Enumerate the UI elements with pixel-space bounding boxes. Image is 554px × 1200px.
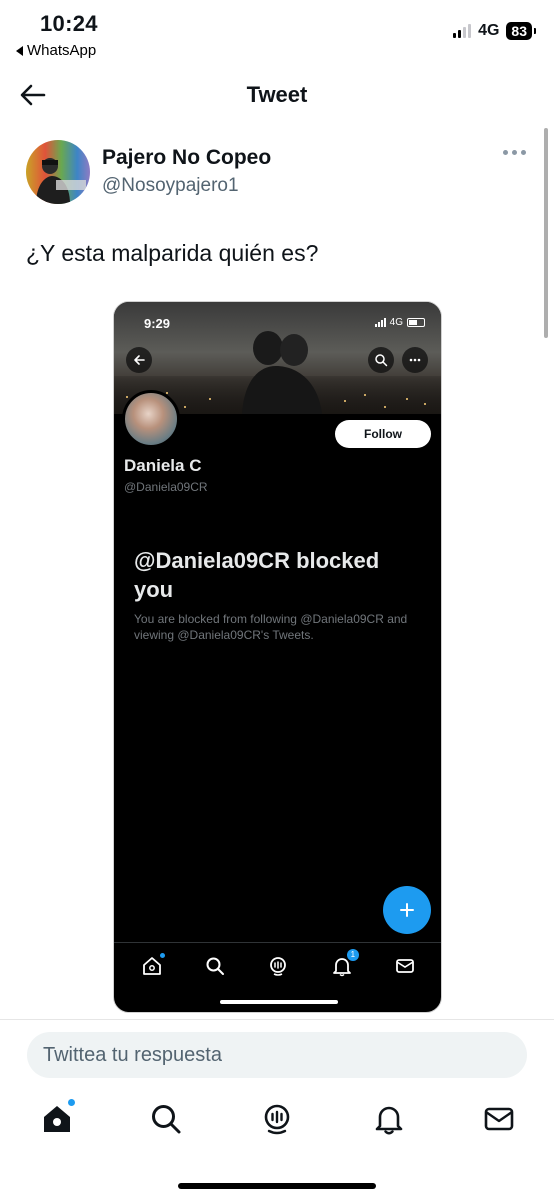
reply-input[interactable]: Twittea tu respuesta <box>27 1032 527 1078</box>
embedded-status-indicators: 4G <box>374 317 425 328</box>
embedded-home-icon <box>141 952 165 977</box>
couple-silhouette <box>242 331 322 414</box>
more-options-icon[interactable] <box>503 150 526 155</box>
author-name[interactable]: Pajero No Copeo <box>102 146 271 170</box>
embedded-network-type: 4G <box>389 317 403 328</box>
embedded-spaces-icon <box>267 955 289 977</box>
nav-messages[interactable] <box>482 1102 516 1136</box>
nav-notifications[interactable] <box>372 1102 406 1136</box>
divider <box>0 1019 554 1020</box>
spaces-icon <box>264 1104 290 1135</box>
scrollbar[interactable] <box>544 128 548 338</box>
embedded-profile-handle: @Daniela09CR <box>124 480 208 494</box>
bottom-nav <box>0 1098 554 1146</box>
embedded-profile-name: Daniela C <box>124 456 202 475</box>
embedded-search-icon <box>368 347 394 373</box>
nav-search[interactable] <box>149 1102 183 1136</box>
messages-icon <box>484 1107 514 1131</box>
search-icon <box>152 1105 181 1134</box>
embedded-back-icon <box>126 347 152 373</box>
embedded-status-time: 9:29 <box>144 316 171 331</box>
embedded-blocked-title: @Daniela09CR blocked you <box>134 548 380 602</box>
back-triangle-icon <box>16 45 23 56</box>
home-indicator <box>178 1183 376 1189</box>
home-notification-dot <box>67 1098 76 1107</box>
avatar-person-figure <box>36 158 86 204</box>
nav-spaces[interactable] <box>260 1102 294 1136</box>
embedded-search-nav-icon <box>204 955 226 977</box>
header: Tweet <box>0 68 554 122</box>
author-avatar[interactable] <box>26 140 90 204</box>
notifications-icon <box>375 1106 403 1135</box>
back-app-label: WhatsApp <box>27 42 97 59</box>
page-title: Tweet <box>246 82 308 107</box>
embedded-notifications-icon: 1 <box>331 948 359 977</box>
embedded-compose-fab <box>383 886 431 934</box>
tweet-media-image[interactable]: 9:29 4G Follow Daniela C @Daniela09CR @D… <box>113 301 442 1013</box>
author-handle[interactable]: @Nosoypajero1 <box>102 175 239 197</box>
embedded-battery-icon <box>407 318 425 327</box>
embedded-messages-icon <box>394 955 416 977</box>
tweet-text: ¿Y esta malparida quién es? <box>26 240 319 266</box>
status-indicators: 4G 83 <box>453 22 536 40</box>
embedded-blocked-description: You are blocked from following @Daniela0… <box>134 612 408 642</box>
embedded-more-icon <box>402 347 428 373</box>
plus-icon <box>400 903 414 917</box>
cell-signal-icon <box>453 24 472 38</box>
network-type: 4G <box>478 22 500 39</box>
nav-home[interactable] <box>40 1098 76 1136</box>
embedded-bottom-nav: 1 <box>114 942 441 988</box>
back-to-app-link[interactable]: WhatsApp <box>16 42 96 59</box>
embedded-home-indicator <box>220 1000 338 1004</box>
status-time: 10:24 <box>40 11 98 36</box>
embedded-notification-badge: 1 <box>346 948 359 961</box>
embedded-signal-icon <box>374 318 386 327</box>
embedded-profile-avatar <box>122 390 180 448</box>
home-icon <box>44 1106 70 1132</box>
embedded-follow-button: Follow <box>335 420 431 448</box>
battery-indicator: 83 <box>506 22 536 40</box>
status-bar: 10:24 WhatsApp 4G 83 <box>0 0 554 64</box>
reply-placeholder: Twittea tu respuesta <box>43 1043 222 1066</box>
